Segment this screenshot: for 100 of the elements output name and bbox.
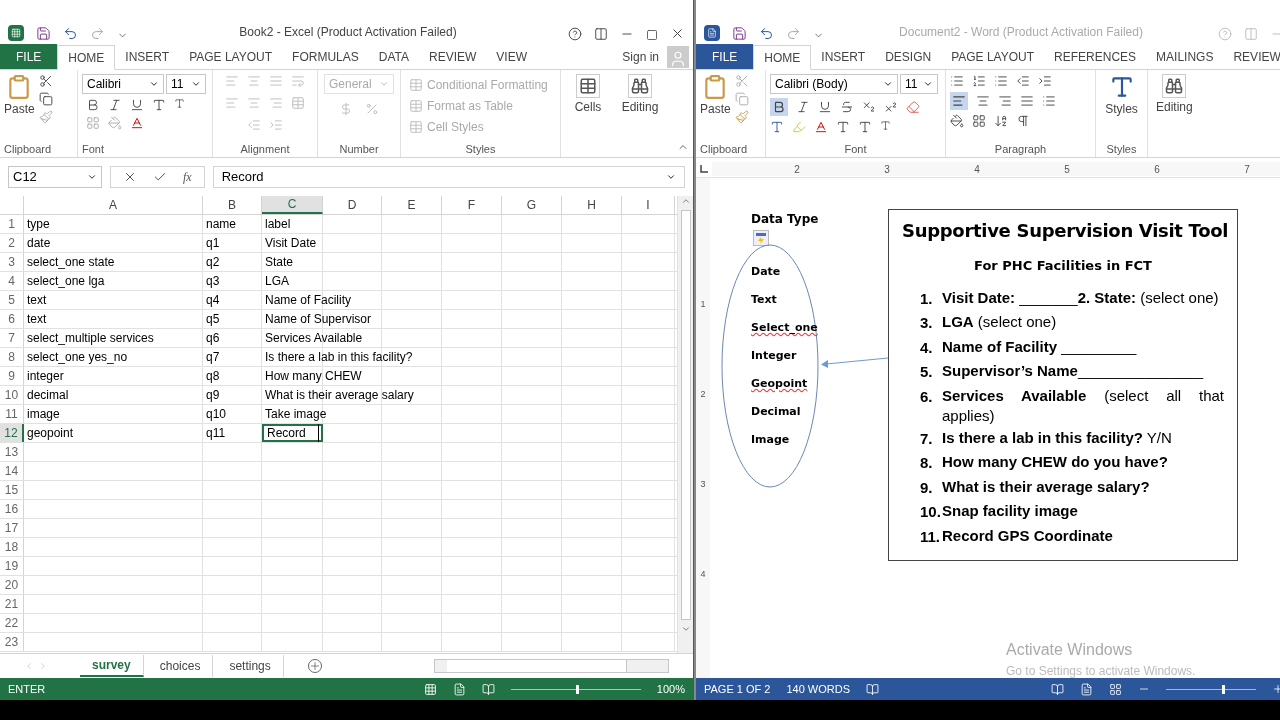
change-case-icon[interactable] [836,120,850,134]
row-header[interactable]: 16 [0,500,24,518]
ribbon-tab[interactable]: HOME [57,45,116,70]
ribbon-tab[interactable]: VIEW [486,44,537,69]
column-header[interactable]: D [323,196,382,214]
font-name-field[interactable]: Calibri [82,74,164,94]
column-header[interactable]: A [24,196,203,214]
ribbon-tab[interactable]: HOME [753,45,812,70]
word-logo-icon[interactable] [704,25,720,41]
formula-bar[interactable]: Record [212,166,685,188]
show-marks-icon[interactable] [1016,114,1030,128]
shrink-font-icon[interactable] [880,120,891,131]
insert-function-button[interactable]: fx [183,168,192,186]
ribbon-tab[interactable]: PAGE LAYOUT [179,44,283,69]
row-header[interactable]: 13 [0,443,24,461]
row-header[interactable]: 21 [0,595,24,613]
font-size-field[interactable]: 11 [900,74,938,94]
row-header[interactable]: 6 [0,310,24,328]
align-right-icon[interactable] [998,94,1012,108]
paste-button[interactable]: Paste [700,74,731,141]
row-header[interactable]: 9 [0,367,24,385]
row-header[interactable]: 4 [0,272,24,290]
cut-icon[interactable] [38,74,53,88]
ribbon-tab[interactable]: REVIEW [419,44,487,69]
subscript-icon[interactable] [862,100,876,114]
zoom-slider-thumb[interactable] [575,684,579,694]
align-left-button[interactable] [950,92,968,110]
shrink-font-icon[interactable] [174,98,185,109]
underline-icon[interactable] [818,100,832,114]
editing-button[interactable]: Editing [1156,74,1193,116]
tab-stop-icon[interactable] [700,164,708,173]
name-box[interactable]: C12 [8,166,102,188]
save-icon[interactable] [732,26,747,41]
ribbon-tab[interactable]: MAILINGS [1146,44,1224,69]
borders-icon[interactable] [972,114,986,128]
numbering-icon[interactable] [972,74,986,88]
font-name-field[interactable]: Calibri (Body) [770,74,898,94]
bold-button[interactable] [770,98,788,116]
ribbon-tab[interactable]: REFERENCES [1044,44,1147,69]
italic-icon[interactable] [796,100,810,114]
shading-icon[interactable] [950,114,964,128]
row-header[interactable]: 15 [0,481,24,499]
row-header[interactable]: 1 [0,215,24,233]
justify-icon[interactable] [1020,94,1034,108]
save-icon[interactable] [36,26,51,41]
help-icon[interactable] [568,27,582,41]
zoom-level[interactable]: 100% [656,680,685,698]
font-size-field[interactable]: 11 [166,74,206,94]
row-header[interactable]: 23 [0,633,24,651]
underline-icon[interactable] [130,98,144,112]
styles-button[interactable]: Styles [1105,74,1138,141]
scroll-up-icon[interactable] [680,196,691,206]
cells-button[interactable]: Cells [569,74,607,157]
row-header[interactable]: 8 [0,348,24,366]
file-tab[interactable]: FILE [0,44,58,69]
zoom-slider-thumb[interactable] [1221,684,1225,694]
sheet-tab[interactable]: survey [80,655,144,677]
row-header[interactable]: 17 [0,519,24,537]
repeat-icon[interactable] [786,26,801,41]
web-layout-icon[interactable] [1109,682,1122,696]
row-header[interactable]: 18 [0,538,24,556]
ribbon-tab[interactable]: PAGE LAYOUT [941,44,1045,69]
center-icon[interactable] [976,94,990,108]
paste-button[interactable]: Paste [4,74,35,141]
copy-icon[interactable] [38,92,53,106]
ribbon-display-icon[interactable] [594,27,608,41]
caret-icon[interactable] [149,79,159,89]
italic-icon[interactable] [108,98,122,112]
multilevel-list-icon[interactable] [994,74,1008,88]
redo-icon[interactable] [90,26,105,41]
page-break-icon[interactable] [481,682,495,696]
column-header[interactable]: E [382,196,442,214]
undo-icon[interactable] [759,26,774,41]
sheet-tab[interactable]: choices [147,655,214,677]
excel-logo-icon[interactable] [8,25,24,41]
increase-indent-icon[interactable] [1038,74,1052,88]
column-header[interactable]: I [622,196,675,214]
sign-in-link[interactable]: Sign in [622,47,659,66]
row-header[interactable]: 2 [0,234,24,252]
row-header[interactable]: 14 [0,462,24,480]
close-icon[interactable] [670,26,685,41]
caret-icon[interactable] [923,79,933,89]
row-header[interactable]: 22 [0,614,24,632]
row-header[interactable]: 11 [0,405,24,423]
caret-icon[interactable] [883,79,893,89]
print-layout-icon[interactable] [1080,682,1093,696]
scroll-thumb[interactable] [680,210,691,620]
grow-font-icon[interactable] [152,98,166,112]
row-header[interactable]: 10 [0,386,24,404]
enter-icon[interactable] [153,170,167,184]
column-header[interactable]: G [502,196,562,214]
page-layout-icon[interactable] [452,682,466,696]
column-header[interactable]: H [562,196,622,214]
bullets-icon[interactable] [950,74,964,88]
line-spacing-icon[interactable] [1042,94,1056,108]
row-header[interactable]: 5 [0,291,24,309]
cancel-icon[interactable] [123,170,137,184]
editing-button[interactable]: Editing [615,74,665,157]
column-header[interactable]: C [262,196,323,214]
format-painter-icon[interactable] [734,110,749,124]
